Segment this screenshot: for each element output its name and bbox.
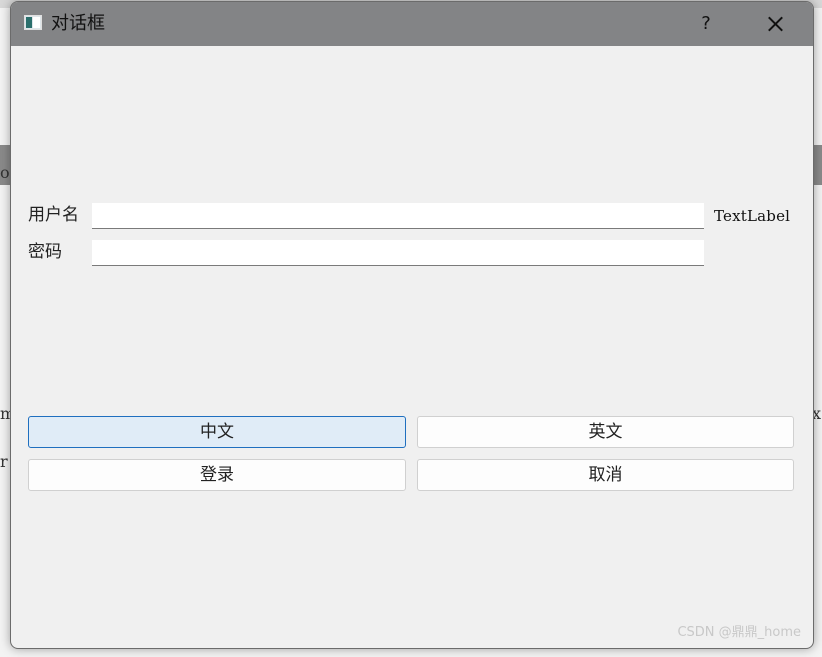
- password-field[interactable]: [92, 240, 704, 266]
- username-label: 用户名: [28, 205, 79, 225]
- background-text-fragment: o: [0, 163, 10, 182]
- app-window-icon: [24, 15, 42, 30]
- login-button[interactable]: 登录: [28, 459, 406, 491]
- watermark: CSDN @鼎鼎_home: [677, 625, 801, 640]
- background-text-fragment: r: [0, 452, 8, 471]
- username-field[interactable]: [92, 203, 704, 229]
- app-window-icon-pane: [33, 17, 40, 28]
- password-label: 密码: [28, 242, 62, 262]
- text-label: TextLabel: [714, 207, 791, 225]
- dialog-title: 对话框: [51, 13, 105, 34]
- chinese-button[interactable]: 中文: [28, 416, 406, 448]
- login-dialog: 对话框 ? 用户名 TextLabel 密码 中文 英文 登录 取消 CSDN …: [10, 1, 814, 649]
- title-bar[interactable]: 对话框 ?: [11, 2, 813, 46]
- help-button[interactable]: ?: [693, 10, 719, 38]
- app-window-icon-pane: [26, 17, 32, 28]
- english-button[interactable]: 英文: [417, 416, 794, 448]
- cancel-button[interactable]: 取消: [417, 459, 794, 491]
- close-icon[interactable]: [759, 10, 791, 38]
